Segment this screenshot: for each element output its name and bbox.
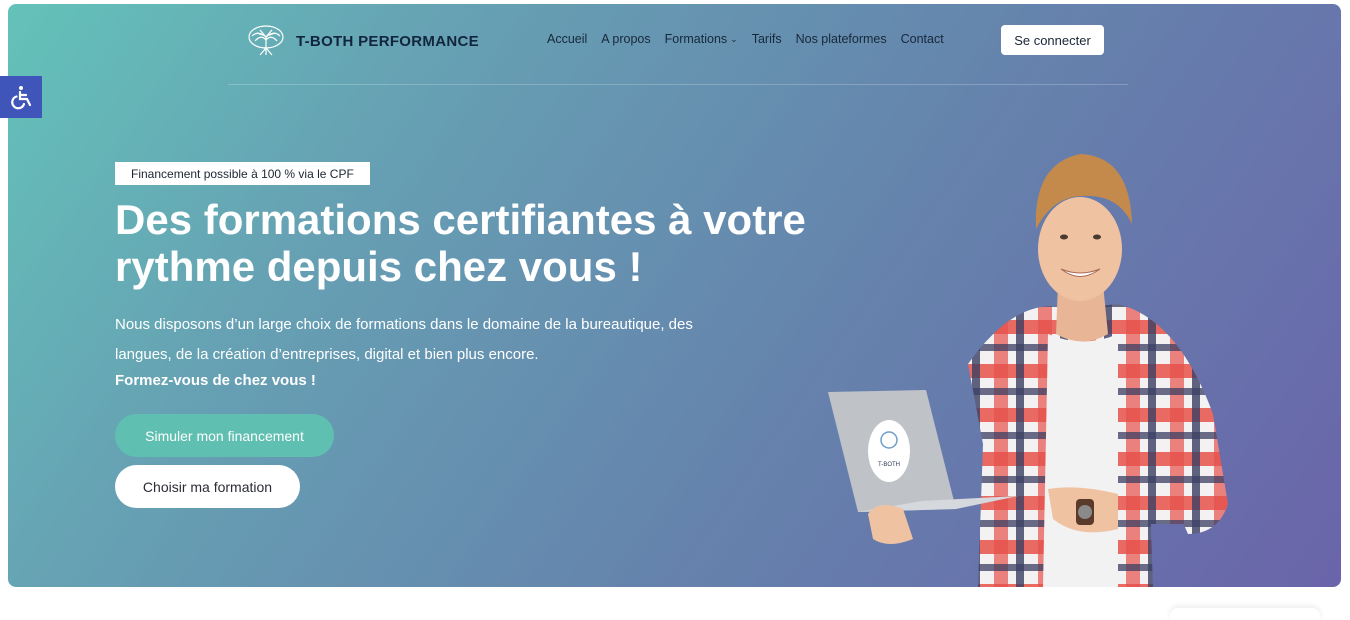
hero-person-image: T-BOTH	[828, 154, 1228, 587]
brand[interactable]: T-BOTH PERFORMANCE	[246, 24, 479, 58]
chevron-down-icon: ⌄	[730, 34, 738, 44]
laptop-sticker-text: T-BOTH	[878, 462, 900, 468]
nav-item-accueil[interactable]: Accueil	[547, 32, 587, 46]
tree-brain-icon	[246, 24, 286, 58]
nav-item-formations[interactable]: Formations ⌄	[665, 32, 738, 46]
main-nav: Accueil A propos Formations ⌄ Tarifs Nos …	[547, 32, 944, 46]
login-button[interactable]: Se connecter	[1001, 25, 1104, 55]
choose-training-button[interactable]: Choisir ma formation	[115, 465, 300, 508]
nav-item-contact[interactable]: Contact	[901, 32, 944, 46]
nav-item-nos-plateformes[interactable]: Nos plateformes	[796, 32, 887, 46]
accessibility-button[interactable]	[0, 76, 42, 118]
header-divider	[228, 84, 1128, 85]
hero-tagline: Formez-vous de chez vous !	[115, 372, 316, 389]
nav-item-tarifs[interactable]: Tarifs	[752, 32, 782, 46]
brand-name: T-BOTH PERFORMANCE	[296, 32, 479, 50]
nav-item-a-propos[interactable]: A propos	[601, 32, 650, 46]
cpf-badge: Financement possible à 100 % via le CPF	[115, 162, 370, 185]
nav-item-formations-label: Formations	[664, 32, 728, 46]
hero-title: Des formations certifiantes à votre ryth…	[115, 196, 806, 290]
hero-section: T-BOTH PERFORMANCE Accueil A propos Form…	[8, 4, 1341, 587]
wheelchair-icon	[11, 86, 32, 110]
floating-widget-edge	[1170, 608, 1320, 620]
simulate-financing-button[interactable]: Simuler mon financement	[115, 414, 334, 457]
hero-description: Nous disposons d’un large choix de forma…	[115, 316, 693, 363]
